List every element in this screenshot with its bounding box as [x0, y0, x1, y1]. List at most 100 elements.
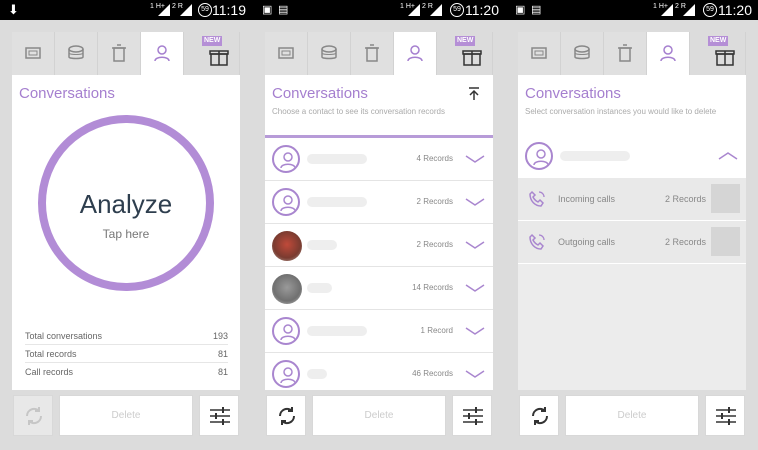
record-count: 46 Records: [412, 369, 453, 378]
person-icon: [533, 149, 549, 166]
settings-button[interactable]: [452, 395, 492, 436]
tab-trash[interactable]: [351, 32, 394, 75]
refresh-button[interactable]: [13, 395, 53, 436]
selected-contact[interactable]: [518, 135, 746, 178]
cpu-icon: [531, 47, 547, 59]
sliders-icon: [463, 407, 483, 425]
status-bar-2: ▣ ▤ 1 H+ 2 R 59 11:20: [252, 0, 505, 20]
stat-value: 81: [217, 367, 228, 377]
list-item[interactable]: 2 Records: [265, 181, 493, 224]
tab-bar: NEW: [12, 32, 240, 75]
chevron-down-icon[interactable]: [465, 369, 485, 379]
trash-icon: [365, 44, 379, 62]
chevron-down-icon[interactable]: [465, 326, 485, 336]
tab-trash[interactable]: [604, 32, 647, 75]
delete-button[interactable]: Delete: [565, 395, 699, 436]
sliders-icon: [716, 407, 736, 425]
analyze-panel: Conversations Analyze Tap here Total con…: [12, 75, 240, 390]
chevron-up-icon[interactable]: [718, 151, 738, 161]
clock: 11:20: [465, 2, 499, 18]
tab-gift[interactable]: NEW: [437, 32, 493, 75]
tab-device[interactable]: [265, 32, 308, 75]
list-item[interactable]: 46 Records: [265, 353, 493, 396]
contact-name-blurred: [307, 369, 327, 379]
person-icon: [154, 45, 170, 62]
delete-button[interactable]: Delete: [59, 395, 193, 436]
tab-conversations[interactable]: [647, 32, 690, 75]
settings-button[interactable]: [705, 395, 745, 436]
person-icon: [280, 324, 296, 341]
analyze-button[interactable]: Analyze Tap here: [38, 115, 214, 291]
signal-icon: [408, 4, 420, 16]
screen-analyze: NEW Conversations Analyze Tap here Total…: [12, 20, 252, 450]
screen-delete-calls: NEW Conversations Select conversation in…: [518, 20, 758, 450]
clock: 11:20: [718, 2, 752, 18]
tab-conversations[interactable]: [141, 32, 184, 75]
trash-icon: [112, 44, 126, 62]
page-subtitle: Choose a contact to see its conversation…: [272, 107, 445, 116]
record-count: 1 Record: [420, 326, 453, 335]
chevron-down-icon[interactable]: [465, 240, 485, 250]
image-icon: ▣: [515, 4, 526, 16]
record-count: 4 Records: [416, 154, 453, 163]
signal-icon-2: [430, 4, 442, 16]
page-title: Conversations: [272, 85, 368, 102]
record-count: 2 Records: [664, 237, 706, 247]
list-item[interactable]: 4 Records: [265, 138, 493, 181]
record-count: 14 Records: [412, 283, 453, 292]
database-icon: [68, 45, 84, 60]
chevron-down-icon[interactable]: [465, 154, 485, 164]
call-type-label: Incoming calls: [558, 194, 616, 204]
call-type-row[interactable]: Outgoing calls 2 Records: [518, 221, 746, 264]
download-icon: ⬇: [8, 2, 19, 17]
stat-row: Call records 81: [25, 363, 228, 381]
tab-storage[interactable]: [308, 32, 351, 75]
status-bar-1: ⬇ 1 H+ 2 R 59 11:19: [0, 0, 252, 20]
contacts-panel: Conversations Choose a contact to see it…: [265, 75, 493, 390]
chevron-down-icon[interactable]: [465, 197, 485, 207]
analyze-hint: Tap here: [102, 227, 150, 241]
list-item[interactable]: 1 Record: [265, 310, 493, 353]
select-checkbox[interactable]: [711, 227, 740, 256]
tab-device[interactable]: [12, 32, 55, 75]
list-item[interactable]: 2 Records: [265, 224, 493, 267]
tab-trash[interactable]: [98, 32, 141, 75]
trash-icon: [618, 44, 632, 62]
refresh-button[interactable]: [266, 395, 306, 436]
sliders-icon: [210, 407, 230, 425]
tab-device[interactable]: [518, 32, 561, 75]
stat-row: Total conversations 193: [25, 327, 228, 345]
gift-icon: [462, 50, 482, 66]
contact-name-blurred: [307, 154, 367, 164]
phone-call-icon: [529, 233, 545, 250]
tab-conversations[interactable]: [394, 32, 437, 75]
tab-storage[interactable]: [55, 32, 98, 75]
contact-name-blurred: [307, 283, 332, 293]
record-count: 2 Records: [416, 240, 453, 249]
refresh-button[interactable]: [519, 395, 559, 436]
tab-gift[interactable]: NEW: [690, 32, 746, 75]
call-type-row[interactable]: Incoming calls 2 Records: [518, 178, 746, 221]
status-bar: ⬇ 1 H+ 2 R 59 11:19 ▣ ▤ 1 H+ 2 R 59 11:2…: [0, 0, 758, 20]
settings-button[interactable]: [199, 395, 239, 436]
record-count: 2 Records: [416, 197, 453, 206]
bottom-toolbar: Delete: [265, 395, 493, 438]
gift-icon: [209, 50, 229, 66]
database-icon: [574, 45, 590, 60]
tab-bar: NEW: [265, 32, 493, 75]
chevron-down-icon[interactable]: [465, 283, 485, 293]
delete-button[interactable]: Delete: [312, 395, 446, 436]
stat-row: Total records 81: [25, 345, 228, 363]
tab-gift[interactable]: NEW: [184, 32, 240, 75]
clipboard-icon: ▤: [278, 4, 289, 16]
person-icon: [407, 45, 423, 62]
scroll-top-icon[interactable]: [467, 87, 481, 101]
battery-icon: 59: [703, 3, 717, 17]
select-checkbox[interactable]: [711, 184, 740, 213]
signal-icon-2: [683, 4, 695, 16]
stat-value: 81: [217, 349, 228, 359]
tab-storage[interactable]: [561, 32, 604, 75]
list-item[interactable]: 14 Records: [265, 267, 493, 310]
avatar: [272, 360, 300, 388]
contact-name-blurred: [307, 240, 337, 250]
